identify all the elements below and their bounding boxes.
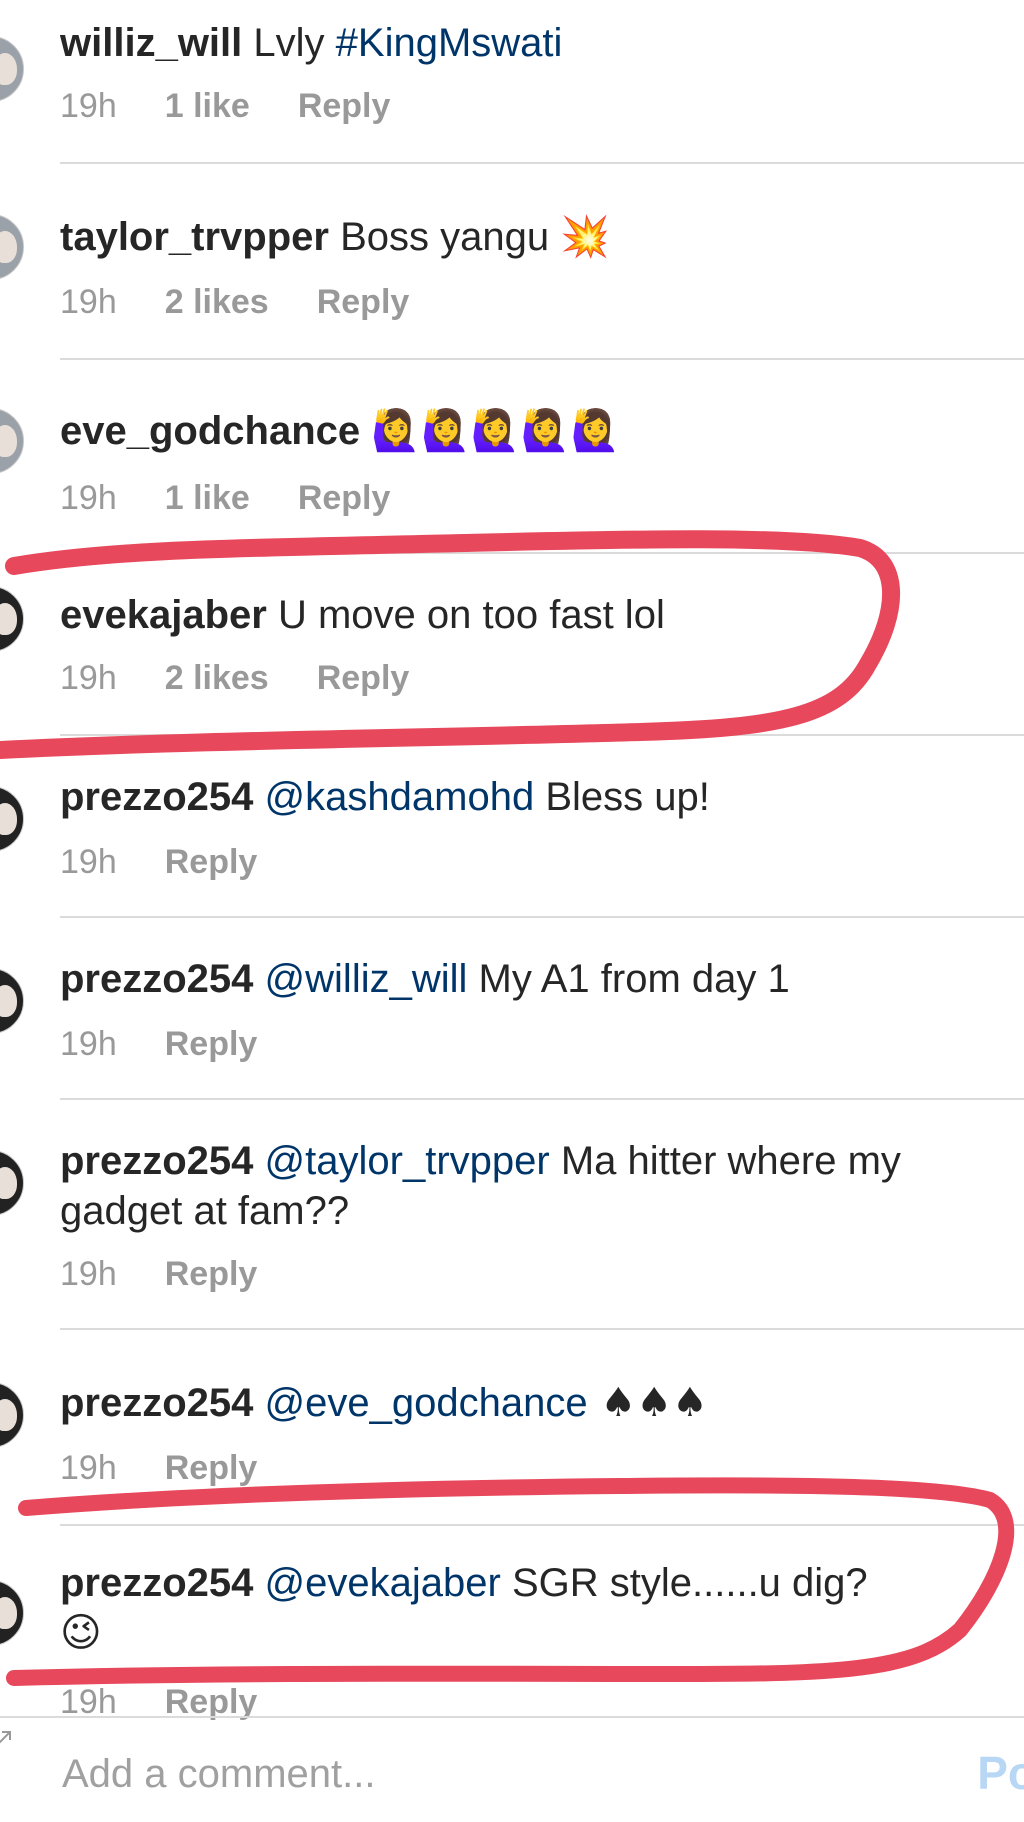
raising-hand-emoji: 🙋‍♀️🙋‍♀️🙋‍♀️🙋‍♀️🙋‍♀️ bbox=[371, 408, 621, 454]
comment-meta: 19h Reply bbox=[60, 1254, 305, 1294]
username[interactable]: williz_will bbox=[60, 21, 242, 65]
divider bbox=[60, 916, 1024, 918]
username[interactable]: prezzo254 bbox=[60, 957, 253, 1001]
divider bbox=[60, 734, 1024, 736]
reply-button[interactable]: Reply bbox=[317, 659, 410, 697]
divider bbox=[60, 358, 1024, 360]
comment-body: evekajaber U move on too fast lol bbox=[60, 590, 944, 640]
timestamp: 19h bbox=[60, 1449, 117, 1487]
comment-body: williz_will Lvly #KingMswati bbox=[60, 18, 944, 68]
collision-emoji: 💥 bbox=[560, 214, 611, 260]
mention-link[interactable]: @kashdamohd bbox=[265, 775, 535, 819]
timestamp: 19h bbox=[60, 843, 117, 881]
reply-button[interactable]: Reply bbox=[165, 1025, 258, 1063]
divider bbox=[60, 1524, 1024, 1526]
wink-emoji: 😉 bbox=[60, 1610, 102, 1656]
comment-body: prezzo254 @taylor_trvpper Ma hitter wher… bbox=[60, 1136, 924, 1236]
comment-input[interactable]: Add a comment... bbox=[62, 1752, 375, 1797]
avatar[interactable] bbox=[0, 36, 24, 102]
likes-count[interactable]: 1 like bbox=[165, 87, 250, 125]
comment-meta: 19h 2 likes Reply bbox=[60, 658, 457, 698]
username[interactable]: eve_godchance bbox=[60, 409, 360, 453]
comment-meta: 19h Reply bbox=[60, 842, 305, 882]
spade-emoji: ♠♠♠ bbox=[587, 1380, 708, 1426]
mention-link[interactable]: @evekajaber bbox=[265, 1561, 501, 1605]
avatar[interactable] bbox=[0, 586, 24, 652]
reply-button[interactable]: Reply bbox=[165, 843, 258, 881]
comment-meta: 19h Reply bbox=[60, 1024, 305, 1064]
reply-button[interactable]: Reply bbox=[298, 479, 391, 517]
mention-link[interactable]: @eve_godchance bbox=[265, 1381, 588, 1425]
divider bbox=[60, 1328, 1024, 1330]
mention-link[interactable]: @taylor_trvpper bbox=[265, 1139, 550, 1183]
timestamp: 19h bbox=[60, 659, 117, 697]
comment-text: U move on too fast lol bbox=[277, 593, 665, 637]
avatar[interactable] bbox=[0, 1382, 24, 1448]
avatar[interactable] bbox=[0, 786, 24, 852]
comment-body: prezzo254 @kashdamohd Bless up! bbox=[60, 772, 944, 822]
comment-text: Boss yangu bbox=[340, 215, 561, 259]
reply-button[interactable]: Reply bbox=[317, 283, 410, 321]
username[interactable]: evekajaber bbox=[60, 593, 267, 637]
highlight-marks bbox=[0, 530, 1015, 1686]
likes-count[interactable]: 2 likes bbox=[165, 283, 269, 321]
timestamp: 19h bbox=[60, 1025, 117, 1063]
mention-link[interactable]: @williz_will bbox=[265, 957, 468, 1001]
timestamp: 19h bbox=[60, 87, 117, 125]
timestamp: 19h bbox=[60, 479, 117, 517]
avatar[interactable] bbox=[0, 214, 24, 280]
username[interactable]: taylor_trvpper bbox=[60, 215, 329, 259]
username[interactable]: prezzo254 bbox=[60, 775, 253, 819]
timestamp: 19h bbox=[60, 1255, 117, 1293]
comment-composer: Add a comment... Po bbox=[0, 1716, 1024, 1822]
comment-meta: 19h Reply bbox=[60, 1448, 305, 1488]
timestamp: 19h bbox=[60, 283, 117, 321]
post-button[interactable]: Po bbox=[977, 1746, 1024, 1800]
comment-meta: 19h 2 likes Reply bbox=[60, 282, 457, 322]
avatar[interactable] bbox=[0, 1580, 24, 1646]
likes-count[interactable]: 1 like bbox=[165, 479, 250, 517]
username[interactable]: prezzo254 bbox=[60, 1381, 253, 1425]
avatar[interactable] bbox=[0, 968, 24, 1034]
comment-meta: 19h 1 like Reply bbox=[60, 478, 438, 518]
divider bbox=[60, 1098, 1024, 1100]
avatar[interactable] bbox=[0, 408, 24, 474]
divider bbox=[60, 162, 1024, 164]
comment-body: prezzo254 @williz_will My A1 from day 1 bbox=[60, 954, 944, 1004]
likes-count[interactable]: 2 likes bbox=[165, 659, 269, 697]
comment-text: My A1 from day 1 bbox=[467, 957, 790, 1001]
comment-text: Bless up! bbox=[534, 775, 710, 819]
comment-text: SGR style......u dig? bbox=[500, 1561, 868, 1605]
avatar[interactable] bbox=[0, 1150, 24, 1216]
reply-button[interactable]: Reply bbox=[298, 87, 391, 125]
reply-button[interactable]: Reply bbox=[165, 1255, 258, 1293]
comment-meta: 19h 1 like Reply bbox=[60, 86, 438, 126]
arrow-icon bbox=[0, 1731, 11, 1744]
comment-body: prezzo254 @evekajaber SGR style......u d… bbox=[60, 1558, 924, 1658]
highlight-loop-top bbox=[0, 530, 901, 759]
username[interactable]: prezzo254 bbox=[60, 1561, 253, 1605]
comment-body: eve_godchance 🙋‍♀️🙋‍♀️🙋‍♀️🙋‍♀️🙋‍♀️ bbox=[60, 406, 944, 456]
comment-text: Lvly bbox=[253, 21, 336, 65]
comment-body: taylor_trvpper Boss yangu 💥 bbox=[60, 212, 944, 262]
comment-body: prezzo254 @eve_godchance ♠♠♠ bbox=[60, 1378, 944, 1428]
username[interactable]: prezzo254 bbox=[60, 1139, 253, 1183]
divider bbox=[60, 552, 1024, 554]
hashtag-link[interactable]: #KingMswati bbox=[336, 21, 563, 65]
reply-button[interactable]: Reply bbox=[165, 1449, 258, 1487]
